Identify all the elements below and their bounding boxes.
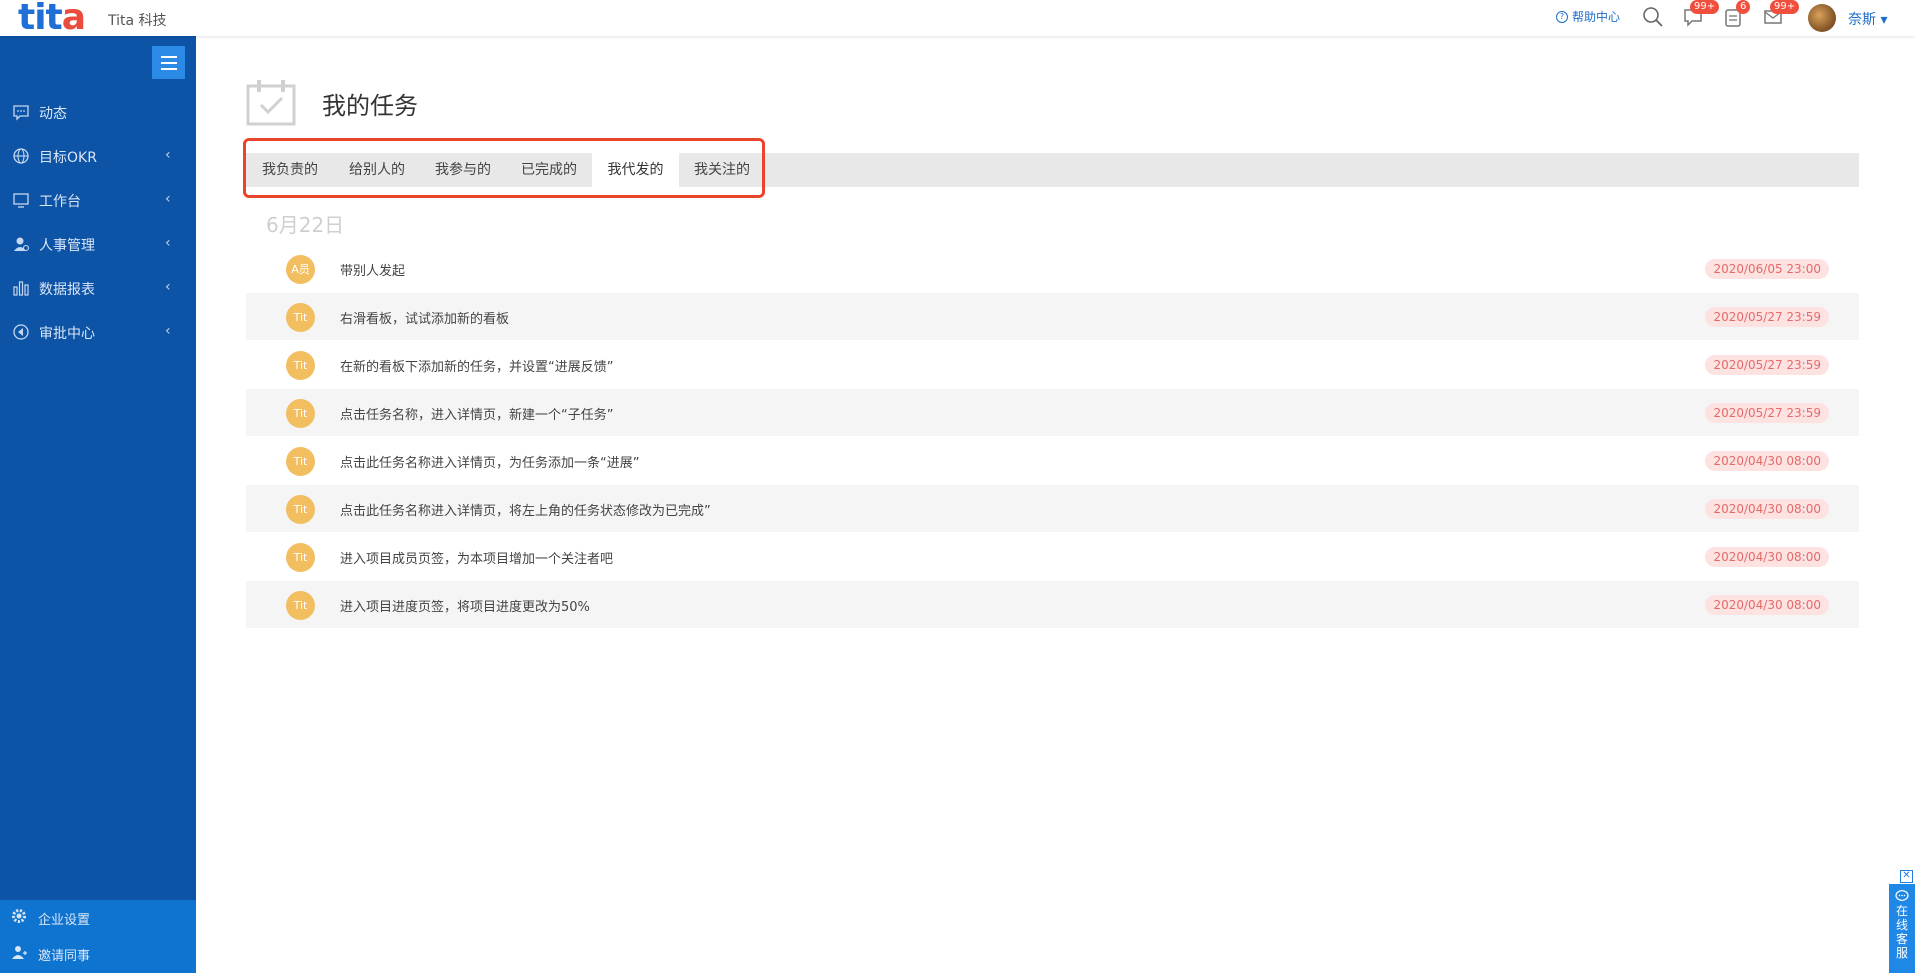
online-service-button[interactable]: 在 线 客 服 [1889, 884, 1915, 973]
gear-icon [12, 909, 26, 923]
tasks-button[interactable]: 6 [1722, 0, 1751, 28]
company-name[interactable]: Tita 科技 [108, 10, 167, 30]
date-heading: 6月22日 [266, 213, 345, 237]
sidebar: 动态 目标OKR ‹ 工作台 ‹ 人事管理 ‹ 数据报表 ‹ 审批中心 ‹ 企业… [0, 36, 196, 973]
approval-icon [13, 324, 29, 340]
company-settings-link[interactable]: 企业设置 [0, 903, 196, 931]
sidebar-item-label: 数据报表 [39, 282, 95, 298]
task-title[interactable]: 点击任务名称，进入详情页，新建一个“子任务” [340, 404, 613, 423]
service-char: 线 [1895, 918, 1908, 932]
help-center-link[interactable]: ? 帮助中心 [1556, 8, 1620, 25]
close-icon[interactable]: ✕ [1900, 870, 1913, 883]
tasks-badge: 6 [1736, 0, 1751, 14]
mail-button[interactable]: 99+ [1762, 0, 1800, 28]
sidebar-item-approval[interactable]: 审批中心 ‹ [0, 317, 196, 347]
task-title[interactable]: 带别人发起 [340, 260, 405, 279]
sidebar-item-feed[interactable]: 动态 [0, 97, 196, 127]
task-row[interactable]: A员 带别人发起 2020/06/05 23:00 [246, 245, 1859, 292]
chevron-left-icon: ‹ [165, 279, 171, 295]
due-date-badge: 2020/06/05 23:00 [1705, 259, 1829, 279]
task-row[interactable]: Tit 点击此任务名称进入详情页，为任务添加一条“进展” 2020/04/30 … [246, 437, 1859, 484]
comment-icon [13, 105, 29, 121]
mail-badge: 99+ [1770, 0, 1800, 14]
service-char: 在 [1895, 904, 1908, 918]
task-row[interactable]: Tit 右滑看板，试试添加新的看板 2020/05/27 23:59 [246, 293, 1859, 340]
avatar: Tit [286, 303, 315, 332]
calendar-check-icon [246, 80, 296, 126]
due-date-badge: 2020/04/30 08:00 [1705, 595, 1829, 615]
task-row[interactable]: Tit 进入项目成员页签，为本项目增加一个关注者吧 2020/04/30 08:… [246, 533, 1859, 580]
task-title[interactable]: 右滑看板，试试添加新的看板 [340, 308, 509, 327]
sidebar-item-label: 目标OKR [39, 150, 97, 166]
company-settings-label: 企业设置 [38, 913, 91, 928]
tabs-highlight-annotation [243, 138, 765, 198]
avatar: Tit [286, 543, 315, 572]
avatar: Tit [286, 399, 315, 428]
sidebar-item-label: 工作台 [39, 194, 81, 210]
task-title[interactable]: 点击此任务名称进入详情页，将左上角的任务状态修改为已完成” [340, 500, 711, 519]
user-menu[interactable]: 奈斯 ▾ [1848, 9, 1887, 29]
avatar: Tit [286, 447, 315, 476]
avatar: A员 [286, 255, 315, 284]
task-row[interactable]: Tit 在新的看板下添加新的任务，并设置“进展反馈” 2020/05/27 23… [246, 341, 1859, 388]
invite-colleague-link[interactable]: 邀请同事 [0, 939, 196, 967]
due-date-badge: 2020/05/27 23:59 [1705, 403, 1829, 423]
add-user-icon [12, 946, 27, 959]
tita-logo[interactable]: tita [18, 0, 86, 38]
bar-chart-icon [13, 281, 29, 296]
sidebar-item-label: 人事管理 [39, 238, 95, 254]
chat-bubble-icon [1895, 890, 1909, 901]
avatar: Tit [286, 495, 315, 524]
user-avatar[interactable] [1808, 4, 1836, 32]
task-title[interactable]: 点击此任务名称进入详情页，为任务添加一条“进展” [340, 452, 639, 471]
avatar: Tit [286, 351, 315, 380]
hamburger-icon-line [161, 62, 177, 64]
sidebar-item-okr[interactable]: 目标OKR ‹ [0, 141, 196, 171]
chevron-left-icon: ‹ [165, 191, 171, 207]
service-char: 服 [1895, 946, 1908, 960]
service-char: 客 [1895, 932, 1908, 946]
sidebar-bottom: 企业设置 邀请同事 [0, 900, 196, 973]
due-date-badge: 2020/04/30 08:00 [1705, 499, 1829, 519]
hamburger-icon [161, 56, 177, 58]
sidebar-item-workbench[interactable]: 工作台 ‹ [0, 185, 196, 215]
due-date-badge: 2020/04/30 08:00 [1705, 451, 1829, 471]
chevron-left-icon: ‹ [165, 235, 171, 251]
chevron-left-icon: ‹ [165, 323, 171, 339]
invite-colleague-label: 邀请同事 [38, 949, 91, 964]
due-date-badge: 2020/05/27 23:59 [1705, 307, 1829, 327]
due-date-badge: 2020/05/27 23:59 [1705, 355, 1829, 375]
messages-button[interactable]: 99+ [1682, 0, 1720, 28]
avatar: Tit [286, 591, 315, 620]
sidebar-item-label: 动态 [39, 106, 67, 122]
task-title[interactable]: 在新的看板下添加新的任务，并设置“进展反馈” [340, 356, 613, 375]
globe-icon [13, 148, 29, 164]
messages-badge: 99+ [1690, 0, 1720, 14]
sidebar-item-reports[interactable]: 数据报表 ‹ [0, 273, 196, 303]
sidebar-item-hr[interactable]: 人事管理 ‹ [0, 229, 196, 259]
due-date-badge: 2020/04/30 08:00 [1705, 547, 1829, 567]
hamburger-icon-line [161, 68, 177, 70]
help-icon: ? [1556, 10, 1568, 23]
task-row[interactable]: Tit 点击此任务名称进入详情页，将左上角的任务状态修改为已完成” 2020/0… [246, 485, 1859, 532]
task-title[interactable]: 进入项目成员页签，为本项目增加一个关注者吧 [340, 548, 613, 567]
help-label: 帮助中心 [1572, 10, 1621, 24]
menu-toggle-button[interactable] [152, 46, 185, 79]
task-row[interactable]: Tit 进入项目进度页签，将项目进度更改为50% 2020/04/30 08:0… [246, 581, 1859, 628]
monitor-icon [13, 193, 29, 208]
top-bar: tita Tita 科技 ? 帮助中心 99+ 6 99+ 奈斯 ▾ [0, 0, 1915, 38]
search-icon[interactable] [1642, 6, 1664, 28]
task-row[interactable]: Tit 点击任务名称，进入详情页，新建一个“子任务” 2020/05/27 23… [246, 389, 1859, 436]
task-title[interactable]: 进入项目进度页签，将项目进度更改为50% [340, 596, 590, 615]
person-icon [14, 237, 30, 252]
page-title: 我的任务 [322, 92, 418, 120]
sidebar-item-label: 审批中心 [39, 326, 95, 342]
chevron-left-icon: ‹ [165, 147, 171, 163]
